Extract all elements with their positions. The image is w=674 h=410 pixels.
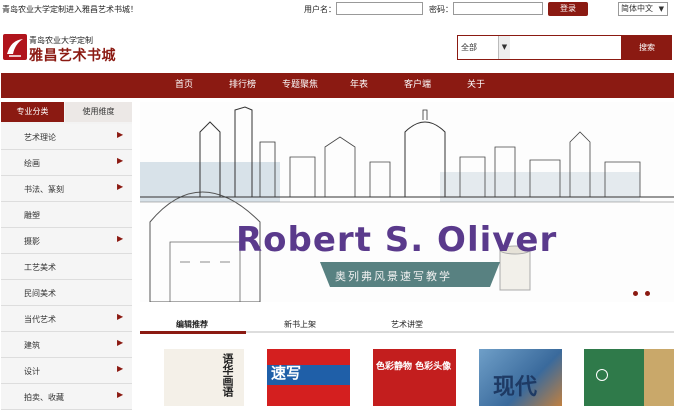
arrow-right-icon: ▶ — [117, 182, 124, 191]
password-label: 密码： — [429, 5, 453, 14]
username-label: 用户名： — [304, 5, 336, 14]
tab-usage-dimension[interactable]: 使用维度 — [65, 102, 132, 122]
chevron-down-icon: ▼ — [658, 5, 664, 13]
carousel-dot-1[interactable] — [633, 291, 638, 296]
banner-title: Robert S. Oliver — [236, 220, 558, 260]
content-tab-active-indicator — [140, 331, 246, 334]
arrow-right-icon: ▶ — [117, 364, 124, 373]
book-cover-3[interactable]: 色彩静物 色彩头像 — [373, 349, 456, 406]
sidebar-item-label: 书法、篆刻 — [24, 185, 64, 194]
book-cover-5[interactable] — [584, 349, 674, 406]
book-title: 语华画语 — [221, 353, 234, 397]
sidebar-item-label: 设计 — [24, 367, 40, 376]
main-nav: 首页 排行榜 专题聚焦 年表 客户端 关于 — [1, 73, 674, 98]
arrow-right-icon: ▶ — [117, 130, 124, 139]
tab-new-arrivals[interactable]: 新书上架 — [284, 319, 316, 330]
search-input[interactable] — [509, 35, 622, 60]
sidebar-item-label: 民间美术 — [24, 289, 56, 298]
sidebar-item-label: 工艺美术 — [24, 263, 56, 272]
book-cover-4[interactable]: 现代 — [479, 349, 562, 406]
book-title: 速写 — [271, 364, 302, 382]
arrow-right-icon: ▶ — [117, 156, 124, 165]
sidebar-item[interactable]: 当代艺术 ▶ — [1, 306, 132, 332]
nav-item-about[interactable]: 关于 — [467, 73, 485, 98]
sidebar-item-label: 绘画 — [24, 159, 40, 168]
logo-title[interactable]: 雅昌艺术书城 — [29, 45, 116, 65]
arrow-right-icon: ▶ — [117, 390, 124, 399]
sidebar-item[interactable]: 民间美术 — [1, 280, 132, 306]
book-cover-bg — [373, 349, 456, 406]
book-emblem-icon — [596, 369, 608, 381]
book-cover-bg — [584, 349, 644, 406]
sidebar-item-label: 建筑 — [24, 341, 40, 350]
welcome-text: 青岛农业大学定制进入雅昌艺术书城！ — [2, 5, 138, 14]
sidebar-item-label: 摄影 — [24, 237, 40, 246]
tab-professional-category[interactable]: 专业分类 — [1, 102, 64, 122]
sidebar-item[interactable]: 雕塑 — [1, 202, 132, 228]
book-cover-1[interactable]: 语华画语 — [164, 349, 244, 406]
banner-subtitle: 奥列弗风景速写教学 — [335, 270, 452, 283]
sidebar-item[interactable]: 艺术理论 ▶ — [1, 124, 132, 150]
sidebar-item[interactable]: 建筑 ▶ — [1, 332, 132, 358]
language-select-value: 简体中文 — [621, 4, 653, 13]
search-button[interactable]: 搜索 — [622, 35, 672, 60]
hero-banner[interactable]: Robert S. Oliver 奥列弗风景速写教学 — [140, 102, 674, 302]
sidebar-item[interactable]: 拍卖、收藏 ▶ — [1, 384, 132, 410]
nav-item-ranking[interactable]: 排行榜 — [229, 73, 256, 98]
sidebar-item-label: 拍卖、收藏 — [24, 393, 64, 402]
arrow-right-icon: ▶ — [117, 338, 124, 347]
logo-icon — [3, 34, 27, 60]
nav-item-topics[interactable]: 专题聚焦 — [282, 73, 318, 98]
nav-item-chronology[interactable]: 年表 — [350, 73, 368, 98]
book-title: 现代 — [493, 375, 538, 400]
book-cover-2[interactable]: 速写 — [267, 349, 350, 406]
sidebar-item[interactable]: 书法、篆刻 ▶ — [1, 176, 132, 202]
nav-item-home[interactable]: 首页 — [175, 73, 193, 98]
sidebar-item-label: 当代艺术 — [24, 315, 56, 324]
book-title: 色彩静物 色彩头像 — [376, 362, 452, 372]
search-category-value: 全部 — [461, 43, 477, 52]
carousel-dot-2[interactable] — [645, 291, 650, 296]
sidebar-item[interactable]: 绘画 ▶ — [1, 150, 132, 176]
arrow-right-icon: ▶ — [117, 312, 124, 321]
book-cover-side — [644, 349, 674, 406]
language-select[interactable]: 简体中文 ▼ — [618, 2, 668, 16]
sidebar-item[interactable]: 设计 ▶ — [1, 358, 132, 384]
tab-art-lectures[interactable]: 艺术讲堂 — [391, 319, 423, 330]
tab-editor-picks[interactable]: 编辑推荐 — [176, 319, 208, 330]
login-button[interactable]: 登录 — [548, 2, 588, 16]
nav-item-client[interactable]: 客户端 — [404, 73, 431, 98]
search-category-select[interactable]: 全部 ▼ — [457, 35, 510, 60]
sidebar-item[interactable]: 摄影 ▶ — [1, 228, 132, 254]
arrow-right-icon: ▶ — [117, 234, 124, 243]
password-input[interactable] — [453, 2, 543, 15]
username-input[interactable] — [336, 2, 423, 15]
sidebar-item-label: 艺术理论 — [24, 133, 56, 142]
sidebar-item[interactable]: 工艺美术 — [1, 254, 132, 280]
sidebar-item-label: 雕塑 — [24, 211, 40, 220]
